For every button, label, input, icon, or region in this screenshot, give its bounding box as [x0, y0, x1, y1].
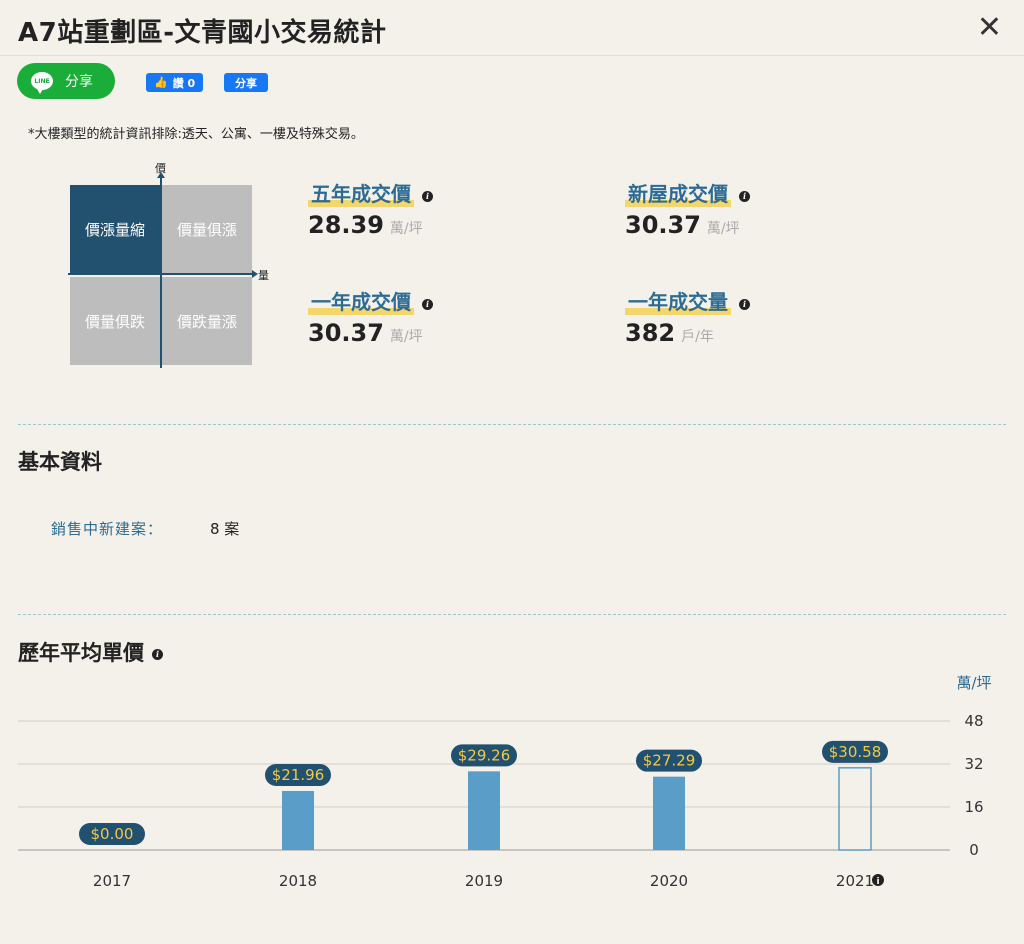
- info-icon[interactable]: i: [739, 191, 750, 202]
- bar: [468, 771, 500, 850]
- chart-y-labels: 48 32 16 0: [964, 712, 983, 859]
- y-tick-label: 16: [964, 798, 983, 816]
- y-tick-label: 48: [964, 712, 983, 730]
- price-axis-label: 價: [155, 162, 166, 175]
- chart-x-labels: 2017 2018 2019 2020 2021 i: [93, 872, 884, 890]
- info-icon[interactable]: i: [739, 299, 750, 310]
- stat-one-year-price: 一年成交價 i 30.37 萬/坪: [308, 286, 433, 347]
- stat-label: 一年成交價: [308, 286, 414, 315]
- stat-unit: 萬/坪: [389, 221, 423, 237]
- close-icon[interactable]: ✕: [977, 10, 1002, 46]
- x-tick-label: 2019: [465, 872, 503, 890]
- data-label: $27.29: [643, 752, 696, 770]
- line-share-label: 分享: [65, 74, 93, 90]
- price-history-chart: 萬/坪 2017 2018 2019 2020 2021 i 48 32 16 0 $0.00 $…: [18, 674, 992, 890]
- bar: [653, 776, 685, 850]
- stat-label: 新屋成交價: [625, 178, 731, 207]
- info-icon[interactable]: i: [422, 299, 433, 310]
- header: A7站重劃區-文青國小交易統計 ✕: [0, 0, 1024, 56]
- stat-unit: 戶/年: [681, 329, 714, 345]
- stat-value: 28.39: [308, 211, 384, 239]
- price-axis: [160, 176, 162, 368]
- data-label: $30.58: [829, 743, 882, 761]
- x-tick-label: 2021: [836, 872, 874, 890]
- chart-unit-label: 萬/坪: [956, 674, 991, 692]
- stat-label: 五年成交價: [308, 178, 414, 207]
- stat-label: 一年成交量: [625, 286, 731, 315]
- facebook-share-button[interactable]: 分享: [224, 73, 268, 92]
- bar: [838, 767, 872, 851]
- info-icon[interactable]: i: [152, 648, 163, 660]
- stat-new-house-price: 新屋成交價 i 30.37 萬/坪: [625, 178, 750, 239]
- info-icon-glyph: i: [876, 877, 879, 887]
- exclusion-note: *大樓類型的統計資訊排除:透天、公寓、一樓及特殊交易。: [28, 127, 364, 142]
- chart-bars: [282, 767, 872, 851]
- bar: [282, 790, 314, 850]
- price-volume-quadrant: 價漲量縮 價量俱漲 價量俱跌 價跌量漲 價 量: [60, 160, 280, 375]
- facebook-like-button[interactable]: 👍 讚 0: [146, 73, 204, 92]
- line-logo-icon: LINE: [31, 72, 53, 94]
- stat-five-year-price: 五年成交價 i 28.39 萬/坪: [308, 178, 433, 239]
- facebook-like-label: 讚 0: [172, 76, 196, 90]
- stat-unit: 萬/坪: [389, 329, 423, 345]
- quadrant-cell: 價量俱漲: [162, 185, 252, 273]
- stat-value: 382: [625, 319, 676, 347]
- divider: [18, 424, 1006, 425]
- projects-on-sale-value: 8 案: [210, 520, 240, 538]
- stat-one-year-volume: 一年成交量 i 382 戶/年: [625, 286, 750, 347]
- divider: [18, 614, 1006, 615]
- quadrant-cell: 價漲量縮: [70, 185, 160, 273]
- stat-value: 30.37: [625, 211, 701, 239]
- basic-info-title: 基本資料: [18, 450, 102, 474]
- data-label: $29.26: [458, 746, 511, 764]
- y-tick-label: 32: [964, 755, 983, 773]
- quadrant-cell: 價跌量漲: [162, 277, 252, 365]
- thumbs-up-icon: 👍: [154, 76, 168, 89]
- info-icon[interactable]: i: [422, 191, 433, 202]
- x-tick-label: 2018: [279, 872, 317, 890]
- x-tick-label: 2017: [93, 872, 131, 890]
- y-tick-label: 0: [969, 841, 979, 859]
- stat-value: 30.37: [308, 319, 384, 347]
- x-tick-label: 2020: [650, 872, 688, 890]
- data-label: $21.96: [272, 766, 325, 784]
- quadrant-cell: 價量俱跌: [70, 277, 160, 365]
- stat-unit: 萬/坪: [706, 221, 740, 237]
- volume-axis: [68, 273, 254, 275]
- line-share-button[interactable]: LINE 分享: [17, 63, 115, 99]
- volume-axis-label: 量: [258, 269, 269, 282]
- data-label: $0.00: [91, 825, 134, 843]
- page-title: A7站重劃區-文青國小交易統計: [18, 18, 387, 48]
- projects-on-sale-label: 銷售中新建案：: [51, 520, 164, 538]
